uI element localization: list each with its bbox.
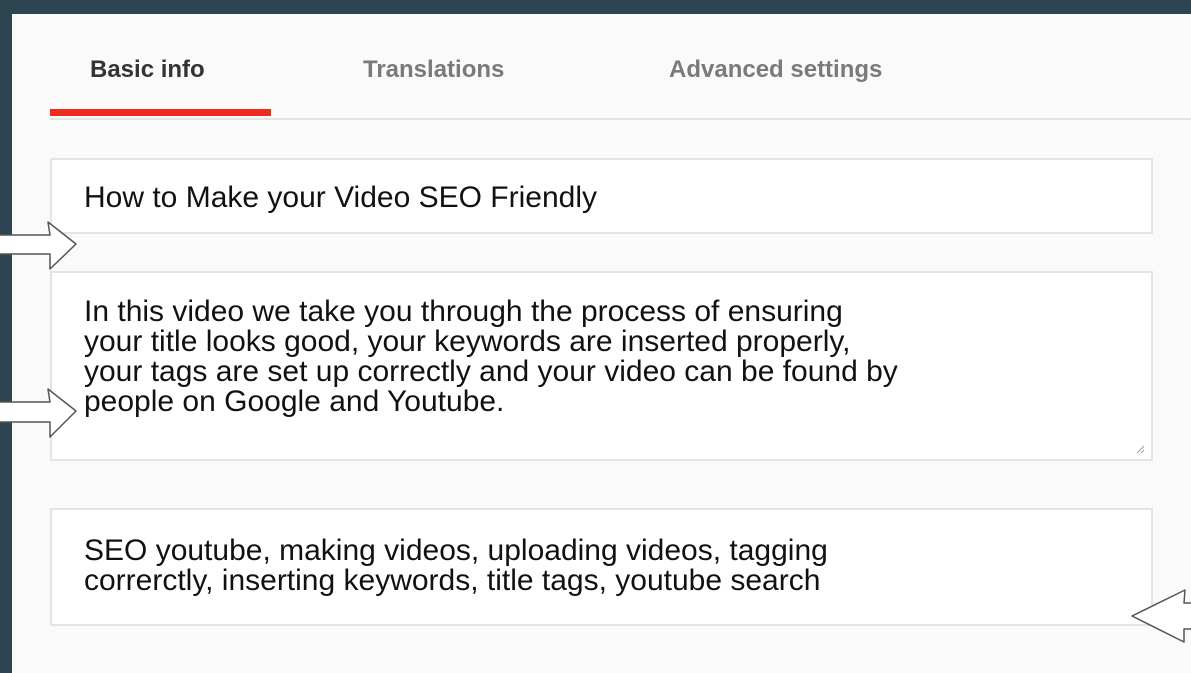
- title-field[interactable]: How to Make your Video SEO Friendly: [50, 158, 1153, 234]
- tab-translations[interactable]: Translations: [363, 56, 504, 84]
- resize-handle-icon[interactable]: [1135, 444, 1145, 454]
- video-details-panel: Basic info Translations Advanced setting…: [12, 14, 1191, 673]
- tab-advanced-settings[interactable]: Advanced settings: [669, 56, 882, 84]
- description-field[interactable]: In this video we take you through the pr…: [50, 271, 1153, 461]
- arrow-right-icon: [0, 221, 77, 270]
- tab-bar: Basic info Translations Advanced setting…: [50, 14, 1191, 120]
- tags-field[interactable]: SEO youtube, making videos, uploading vi…: [50, 508, 1153, 626]
- active-tab-indicator: [50, 109, 271, 116]
- description-text: In this video we take you through the pr…: [84, 295, 898, 418]
- arrow-right-icon: [0, 388, 77, 438]
- arrow-left-icon: [1131, 589, 1191, 643]
- tab-basic-info[interactable]: Basic info: [90, 56, 205, 84]
